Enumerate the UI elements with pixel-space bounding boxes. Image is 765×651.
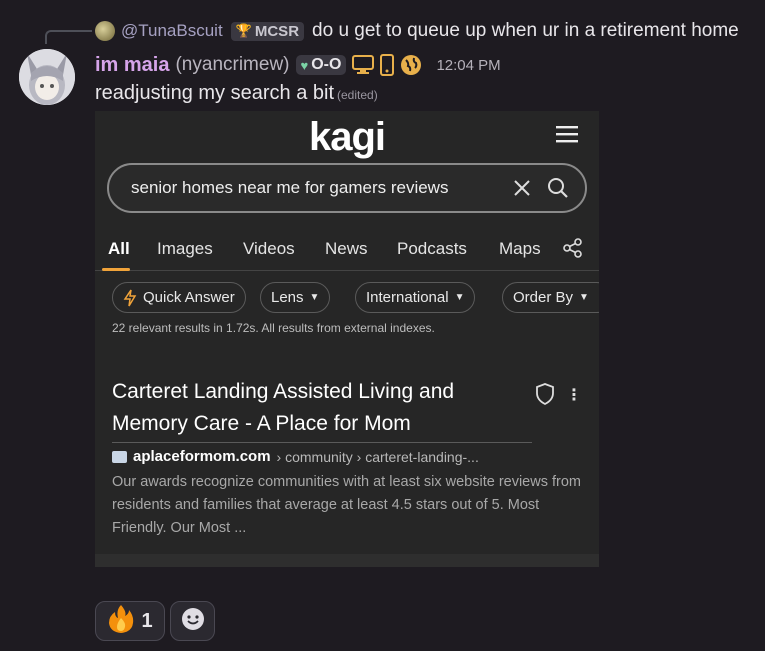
lens-dropdown: Lens ▼	[260, 282, 331, 313]
favicon-icon	[112, 450, 127, 463]
search-tabs: All Images Videos News Podcasts Maps	[95, 235, 599, 271]
message-timestamp[interactable]: 12:04 PM	[436, 57, 500, 74]
quick-answer-chip: Quick Answer	[112, 282, 246, 313]
message-text: readjusting my search a bit	[95, 82, 335, 104]
result-path: › community › carteret-landing-...	[276, 448, 479, 465]
add-reaction-icon	[180, 606, 206, 637]
lens-label: Lens	[271, 289, 304, 306]
region-dropdown: International ▼	[355, 282, 476, 313]
tab-all: All	[108, 239, 130, 258]
desktop-icon	[352, 55, 375, 75]
kagi-logo: kagi	[308, 115, 386, 159]
tab-images: Images	[157, 239, 213, 258]
username-handle[interactable]: (nyancrimew)	[175, 54, 289, 76]
fire-emoji-icon	[107, 604, 135, 639]
edited-label[interactable]: (edited)	[337, 88, 378, 102]
trophy-icon: 🏆	[235, 23, 252, 38]
screenshot-footer-bar	[95, 554, 599, 567]
reply-author-avatar[interactable]	[95, 21, 115, 41]
guild-tag-label: O-O	[311, 56, 342, 73]
order-by-dropdown: Order By ▼	[502, 282, 599, 313]
search-bar: senior homes near me for gamers reviews	[107, 163, 587, 213]
search-icon	[547, 177, 569, 199]
quick-answer-label: Quick Answer	[143, 289, 235, 306]
caret-down-icon: ▼	[454, 292, 465, 303]
search-query-text: senior homes near me for gamers reviews	[131, 178, 449, 197]
reply-text[interactable]: do u get to queue up when ur in a retire…	[312, 20, 739, 42]
reply-author-tag[interactable]: 🏆 MCSR	[230, 21, 305, 41]
cat-girl-avatar-icon	[19, 49, 75, 105]
caret-down-icon: ▼	[309, 292, 320, 303]
result-snippet: Our awards recognize communities with at…	[112, 474, 581, 536]
heart-icon: ♥	[300, 57, 309, 73]
results-meta: 22 relevant results in 1.72s. All result…	[112, 321, 435, 335]
region-label: International	[366, 289, 449, 306]
hamburger-menu-icon	[556, 125, 578, 148]
reply-connector	[45, 30, 92, 44]
web-globe-icon	[400, 54, 422, 76]
reaction-count: 1	[141, 609, 153, 632]
caret-down-icon: ▼	[579, 292, 589, 303]
attached-screenshot[interactable]: kagi senior homes near me for gamers rev…	[95, 111, 599, 567]
lightning-bolt-icon	[123, 289, 137, 307]
result-domain: aplaceformom.com	[133, 448, 271, 465]
message-content: readjusting my search a bit (edited)	[95, 82, 378, 105]
shield-icon	[535, 383, 555, 410]
tab-news: News	[325, 239, 368, 258]
add-reaction-button[interactable]	[170, 601, 215, 641]
avatar[interactable]	[19, 49, 75, 105]
share-icon	[563, 238, 583, 263]
fire-reaction[interactable]: 1	[95, 601, 165, 641]
order-by-label: Order By	[513, 289, 574, 306]
active-tab-indicator	[102, 268, 130, 271]
reply-author-name[interactable]: @TunaBscuit	[121, 21, 223, 41]
tab-podcasts: Podcasts	[397, 239, 467, 258]
guild-tag[interactable]: ♥ O-O	[295, 55, 347, 75]
mobile-icon	[380, 54, 395, 76]
display-name[interactable]: im maia	[95, 54, 169, 77]
more-options-icon: ⋮	[566, 387, 582, 404]
tab-maps: Maps	[499, 239, 541, 258]
reply-tag-label: MCSR	[254, 22, 300, 40]
reply-preview[interactable]: @TunaBscuit 🏆 MCSR do u get to queue up …	[95, 19, 739, 43]
result-title: Carteret Landing Assisted Living and Mem…	[112, 376, 532, 443]
message-header: im maia (nyancrimew) ♥ O-O 12:04 PM	[95, 51, 501, 79]
result-url: aplaceformom.com › community › carteret-…	[112, 448, 479, 465]
tab-videos: Videos	[243, 239, 295, 258]
clear-icon	[513, 179, 531, 197]
